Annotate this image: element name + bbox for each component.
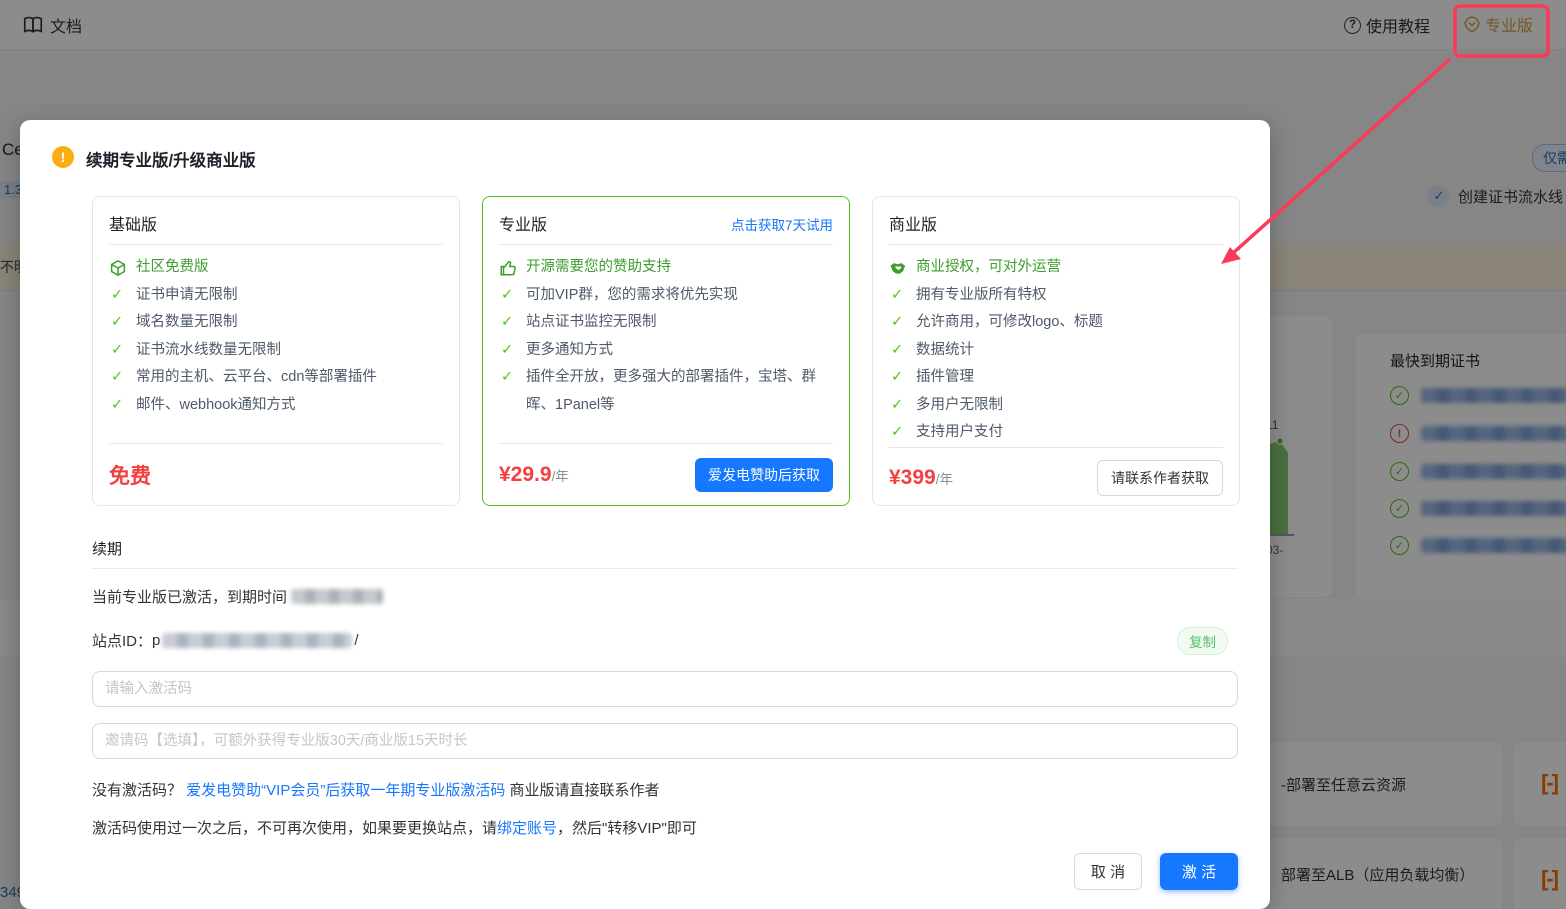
- plan-feature: ✓ 可加VIP群，您的需求将优先实现: [499, 282, 833, 310]
- plan-feature-text: 证书申请无限制: [136, 286, 238, 303]
- plan-feature: ✓ 插件管理: [889, 364, 1223, 392]
- check-icon: ✓: [891, 369, 904, 385]
- plan-price: ¥399: [889, 466, 936, 489]
- check-icon: ✓: [891, 314, 904, 330]
- plan-price: 免费: [109, 464, 151, 488]
- sponsor-vip-link[interactable]: 爱发电赞助“VIP会员”后获取一年期专业版激活码: [186, 782, 505, 799]
- site-id-line: 站点ID： p / 复制: [92, 627, 1238, 655]
- help-text-1: 没有激活码？ 爱发电赞助“VIP会员”后获取一年期专业版激活码 商业版请直接联系…: [92, 779, 1238, 800]
- check-icon: ✓: [891, 396, 904, 413]
- plan-feature-text: 邮件、webhook通知方式: [136, 396, 296, 413]
- check-icon: ✓: [501, 369, 514, 385]
- upgrade-modal: ! 续期专业版/升级商业版 基础版 社区免费版 ✓ 证书申请无限制 ✓ 域名数量无限…: [20, 120, 1270, 909]
- plan-feature-text: 允许商用，可修改logo、标题: [916, 314, 1103, 330]
- plan-feature-text: 插件全开放，更多强大的部署插件，宝塔、群晖、1Panel等: [526, 369, 816, 413]
- plan-feature: ✓ 站点证书监控无限制: [499, 309, 833, 337]
- renew-section: 续期 当前专业版已激活，到期时间 站点ID： p / 复制 没有激活码？ 爱发电…: [92, 538, 1238, 890]
- check-icon: ✓: [111, 341, 124, 358]
- plan-highlight: 开源需要您的赞助支持: [499, 254, 833, 282]
- plan-price-unit: /年: [935, 472, 953, 487]
- copy-button[interactable]: 复制: [1177, 627, 1228, 655]
- plan-cards: 基础版 社区免费版 ✓ 证书申请无限制 ✓ 域名数量无限制 ✓ 证书流水线数量无限制 …: [92, 196, 1240, 506]
- bind-account-link[interactable]: 绑定账号: [497, 820, 557, 837]
- plan-highlight-text: 开源需要您的赞助支持: [526, 259, 671, 275]
- plan-card-business: 商业版 商业授权，可对外运营 ✓ 拥有专业版所有特权 ✓ 允许商用，可修改logo、…: [872, 196, 1240, 506]
- plan-price-unit: /年: [551, 468, 569, 484]
- plan-feature: ✓ 更多通知方式: [499, 337, 833, 365]
- plan-highlight-text: 商业授权，可对外运营: [916, 259, 1061, 275]
- check-icon: ✓: [111, 286, 124, 303]
- plan-feature-text: 域名数量无限制: [136, 314, 238, 330]
- plan-highlight: 社区免费版: [109, 254, 443, 282]
- redacted-site-id: [162, 633, 353, 648]
- modal-footer: 取 消 激 活: [92, 853, 1238, 890]
- plan-feature-text: 证书流水线数量无限制: [136, 341, 281, 358]
- plan-price: ¥29.9: [499, 462, 552, 486]
- check-icon: ✓: [501, 341, 514, 358]
- invite-code-input[interactable]: [92, 723, 1238, 759]
- check-icon: ✓: [501, 314, 514, 330]
- plan-feature: ✓ 邮件、webhook通知方式: [109, 392, 443, 420]
- plan-feature: ✓ 数据统计: [889, 337, 1223, 365]
- check-icon: ✓: [111, 314, 124, 330]
- help1-suffix: 商业版请直接联系作者: [505, 782, 660, 799]
- plan-feature-text: 数据统计: [916, 341, 974, 358]
- help-text-2: 激活码使用过一次之后，不可再次使用，如果要更换站点，请绑定账号，然后"转移VIP…: [92, 817, 1238, 838]
- check-icon: ✓: [891, 424, 904, 440]
- site-id-label: 站点ID：: [92, 633, 153, 650]
- activation-status-line: 当前专业版已激活，到期时间: [92, 586, 1238, 607]
- plan-feature: ✓ 证书申请无限制: [109, 282, 443, 310]
- redacted-expiry-date: [291, 589, 384, 604]
- plan-feature: ✓ 常用的主机、云平台、cdn等部署插件: [109, 364, 443, 392]
- plan-name: 专业版: [499, 217, 548, 234]
- site-id-prefix: p: [152, 632, 161, 649]
- check-icon: ✓: [501, 286, 514, 303]
- plan-feature: ✓ 证书流水线数量无限制: [109, 337, 443, 365]
- trial-link[interactable]: 点击获取7天试用: [731, 214, 833, 234]
- plan-feature: ✓ 域名数量无限制: [109, 309, 443, 337]
- plan-feature-text: 多用户无限制: [916, 396, 1003, 413]
- plan-feature: ✓ 多用户无限制: [889, 392, 1223, 420]
- plan-feature-text: 更多通知方式: [526, 341, 613, 358]
- plan-feature-text: 可加VIP群，您的需求将优先实现: [526, 286, 738, 303]
- plan-feature-text: 插件管理: [916, 369, 974, 385]
- check-icon: ✓: [891, 286, 904, 303]
- check-icon: ✓: [111, 396, 124, 413]
- plan-highlight-text: 社区免费版: [136, 259, 209, 275]
- cancel-button[interactable]: 取 消: [1074, 853, 1142, 890]
- plan-name: 基础版: [109, 217, 158, 234]
- contact-author-button[interactable]: 请联系作者获取: [1097, 460, 1223, 496]
- check-icon: ✓: [111, 369, 124, 385]
- package-icon: [110, 260, 126, 276]
- plan-feature-text: 常用的主机、云平台、cdn等部署插件: [136, 369, 377, 385]
- help2-prefix: 激活码使用过一次之后，不可再次使用，如果要更换站点，请: [92, 820, 498, 837]
- plan-feature: ✓ 允许商用，可修改logo、标题: [889, 309, 1223, 337]
- warning-circle-icon: !: [52, 146, 74, 168]
- thumbs-up-icon: [500, 260, 516, 276]
- modal-title: 续期专业版/升级商业版: [86, 152, 256, 170]
- check-icon: ✓: [891, 341, 904, 358]
- help2-suffix: ，然后"转移VIP"即可: [557, 820, 697, 837]
- renew-section-title: 续期: [92, 538, 1238, 569]
- plan-highlight: 商业授权，可对外运营: [889, 254, 1223, 282]
- plan-feature: ✓ 拥有专业版所有特权: [889, 282, 1223, 310]
- activation-status-text: 当前专业版已激活，到期时间: [92, 589, 288, 606]
- plan-feature-text: 拥有专业版所有特权: [916, 286, 1047, 303]
- site-id-suffix: /: [354, 632, 359, 649]
- plan-card-pro: 专业版 点击获取7天试用 开源需要您的赞助支持 ✓ 可加VIP群，您的需求将优先实…: [482, 196, 850, 506]
- plan-feature-text: 站点证书监控无限制: [526, 314, 657, 330]
- handshake-icon: [890, 263, 906, 274]
- activation-code-input[interactable]: [92, 671, 1238, 707]
- plan-name: 商业版: [889, 217, 938, 234]
- help1-prefix: 没有激活码？: [92, 782, 187, 799]
- activate-button[interactable]: 激 活: [1160, 853, 1238, 890]
- plan-feature: ✓ 插件全开放，更多强大的部署插件，宝塔、群晖、1Panel等: [499, 364, 833, 419]
- sponsor-get-button[interactable]: 爱发电赞助后获取: [695, 457, 833, 492]
- plan-card-basic: 基础版 社区免费版 ✓ 证书申请无限制 ✓ 域名数量无限制 ✓ 证书流水线数量无限制 …: [92, 196, 460, 506]
- plan-feature-text: 支持用户支付: [916, 424, 1003, 440]
- plan-feature: ✓ 支持用户支付: [889, 419, 1223, 447]
